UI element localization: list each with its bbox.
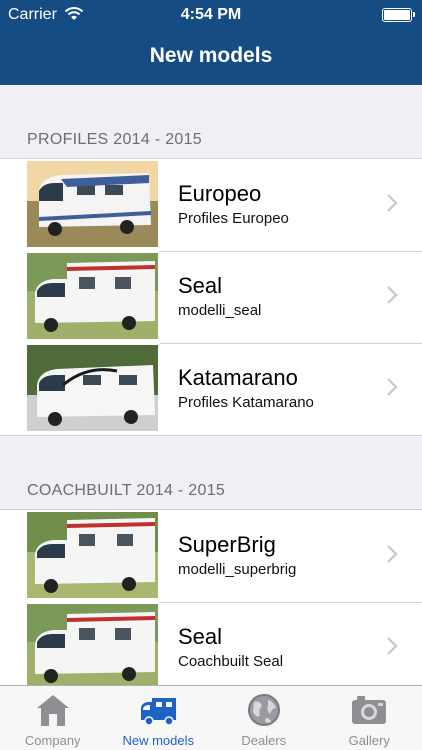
- item-subtitle: modelli_superbrig: [178, 561, 297, 578]
- page-title: New models: [149, 44, 273, 67]
- tab-new-models[interactable]: New models: [106, 686, 212, 750]
- tab-gallery[interactable]: Gallery: [317, 686, 422, 750]
- tab-label: Dealers: [241, 733, 287, 748]
- chevron-right-icon: [387, 378, 398, 396]
- item-title: Seal: [178, 624, 223, 649]
- list-item-europeo[interactable]: Europeo Profiles Europeo: [0, 159, 422, 251]
- camper-thumbnail: [27, 253, 158, 339]
- item-title: Katamarano: [178, 365, 298, 390]
- navigation-bar: New models: [0, 30, 422, 85]
- tab-label: New models: [122, 733, 195, 748]
- list-item-text: Katamarano Profiles Katamarano: [178, 365, 314, 413]
- section-header-profiles: PROFILES 2014 - 2015: [27, 131, 202, 148]
- item-title: Europeo: [178, 181, 262, 206]
- item-subtitle: modelli_seal: [178, 302, 262, 319]
- chevron-right-icon: [387, 286, 398, 304]
- chevron-right-icon: [387, 637, 398, 655]
- section-profiles: Europeo Profiles Europeo Seal modelli_se…: [0, 158, 422, 436]
- list-item-seal-coachbuilt[interactable]: Seal Coachbuilt Seal: [0, 602, 422, 685]
- item-title: SuperBrig: [178, 532, 276, 557]
- camper-thumbnail: [27, 604, 158, 685]
- camper-thumbnail: [27, 345, 158, 431]
- section-coachbuilt: SuperBrig modelli_superbrig Seal Coachbu…: [0, 509, 422, 685]
- chevron-right-icon: [387, 545, 398, 563]
- item-title: Seal: [178, 273, 223, 298]
- tab-company[interactable]: Company: [0, 686, 106, 750]
- item-subtitle: Coachbuilt Seal: [178, 653, 284, 670]
- chevron-right-icon: [387, 194, 398, 212]
- camera-icon: [352, 696, 387, 724]
- list-item-seal[interactable]: Seal modelli_seal: [0, 251, 422, 343]
- tab-label: Company: [24, 733, 81, 748]
- globe-icon: [247, 694, 280, 726]
- item-subtitle: Profiles Europeo: [178, 210, 289, 227]
- item-subtitle: Profiles Katamarano: [178, 394, 314, 411]
- battery-icon: [382, 8, 415, 22]
- list-item-text: SuperBrig modelli_superbrig: [178, 532, 296, 580]
- camper-thumbnail: [27, 512, 158, 598]
- camper-icon: [141, 698, 177, 726]
- list-item-text: Europeo Profiles Europeo: [178, 181, 289, 229]
- tab-label: Gallery: [348, 733, 390, 748]
- status-bar: Carrier 4:54 PM: [0, 0, 422, 30]
- list-item-text: Seal Coachbuilt Seal: [178, 624, 283, 672]
- list-item-text: Seal modelli_seal: [178, 273, 261, 321]
- list-item-katamarano[interactable]: Katamarano Profiles Katamarano: [0, 343, 422, 435]
- camper-thumbnail: [27, 161, 158, 247]
- house-icon: [36, 695, 69, 726]
- tab-dealers[interactable]: Dealers: [211, 686, 317, 750]
- models-list[interactable]: PROFILES 2014 - 2015 Europeo Profiles Eu…: [0, 85, 422, 685]
- tab-bar: Company New models Dealers Gallery: [0, 685, 422, 750]
- status-time: 4:54 PM: [180, 6, 242, 23]
- section-header-coachbuilt: COACHBUILT 2014 - 2015: [27, 482, 226, 499]
- list-item-superbrig[interactable]: SuperBrig modelli_superbrig: [0, 510, 422, 602]
